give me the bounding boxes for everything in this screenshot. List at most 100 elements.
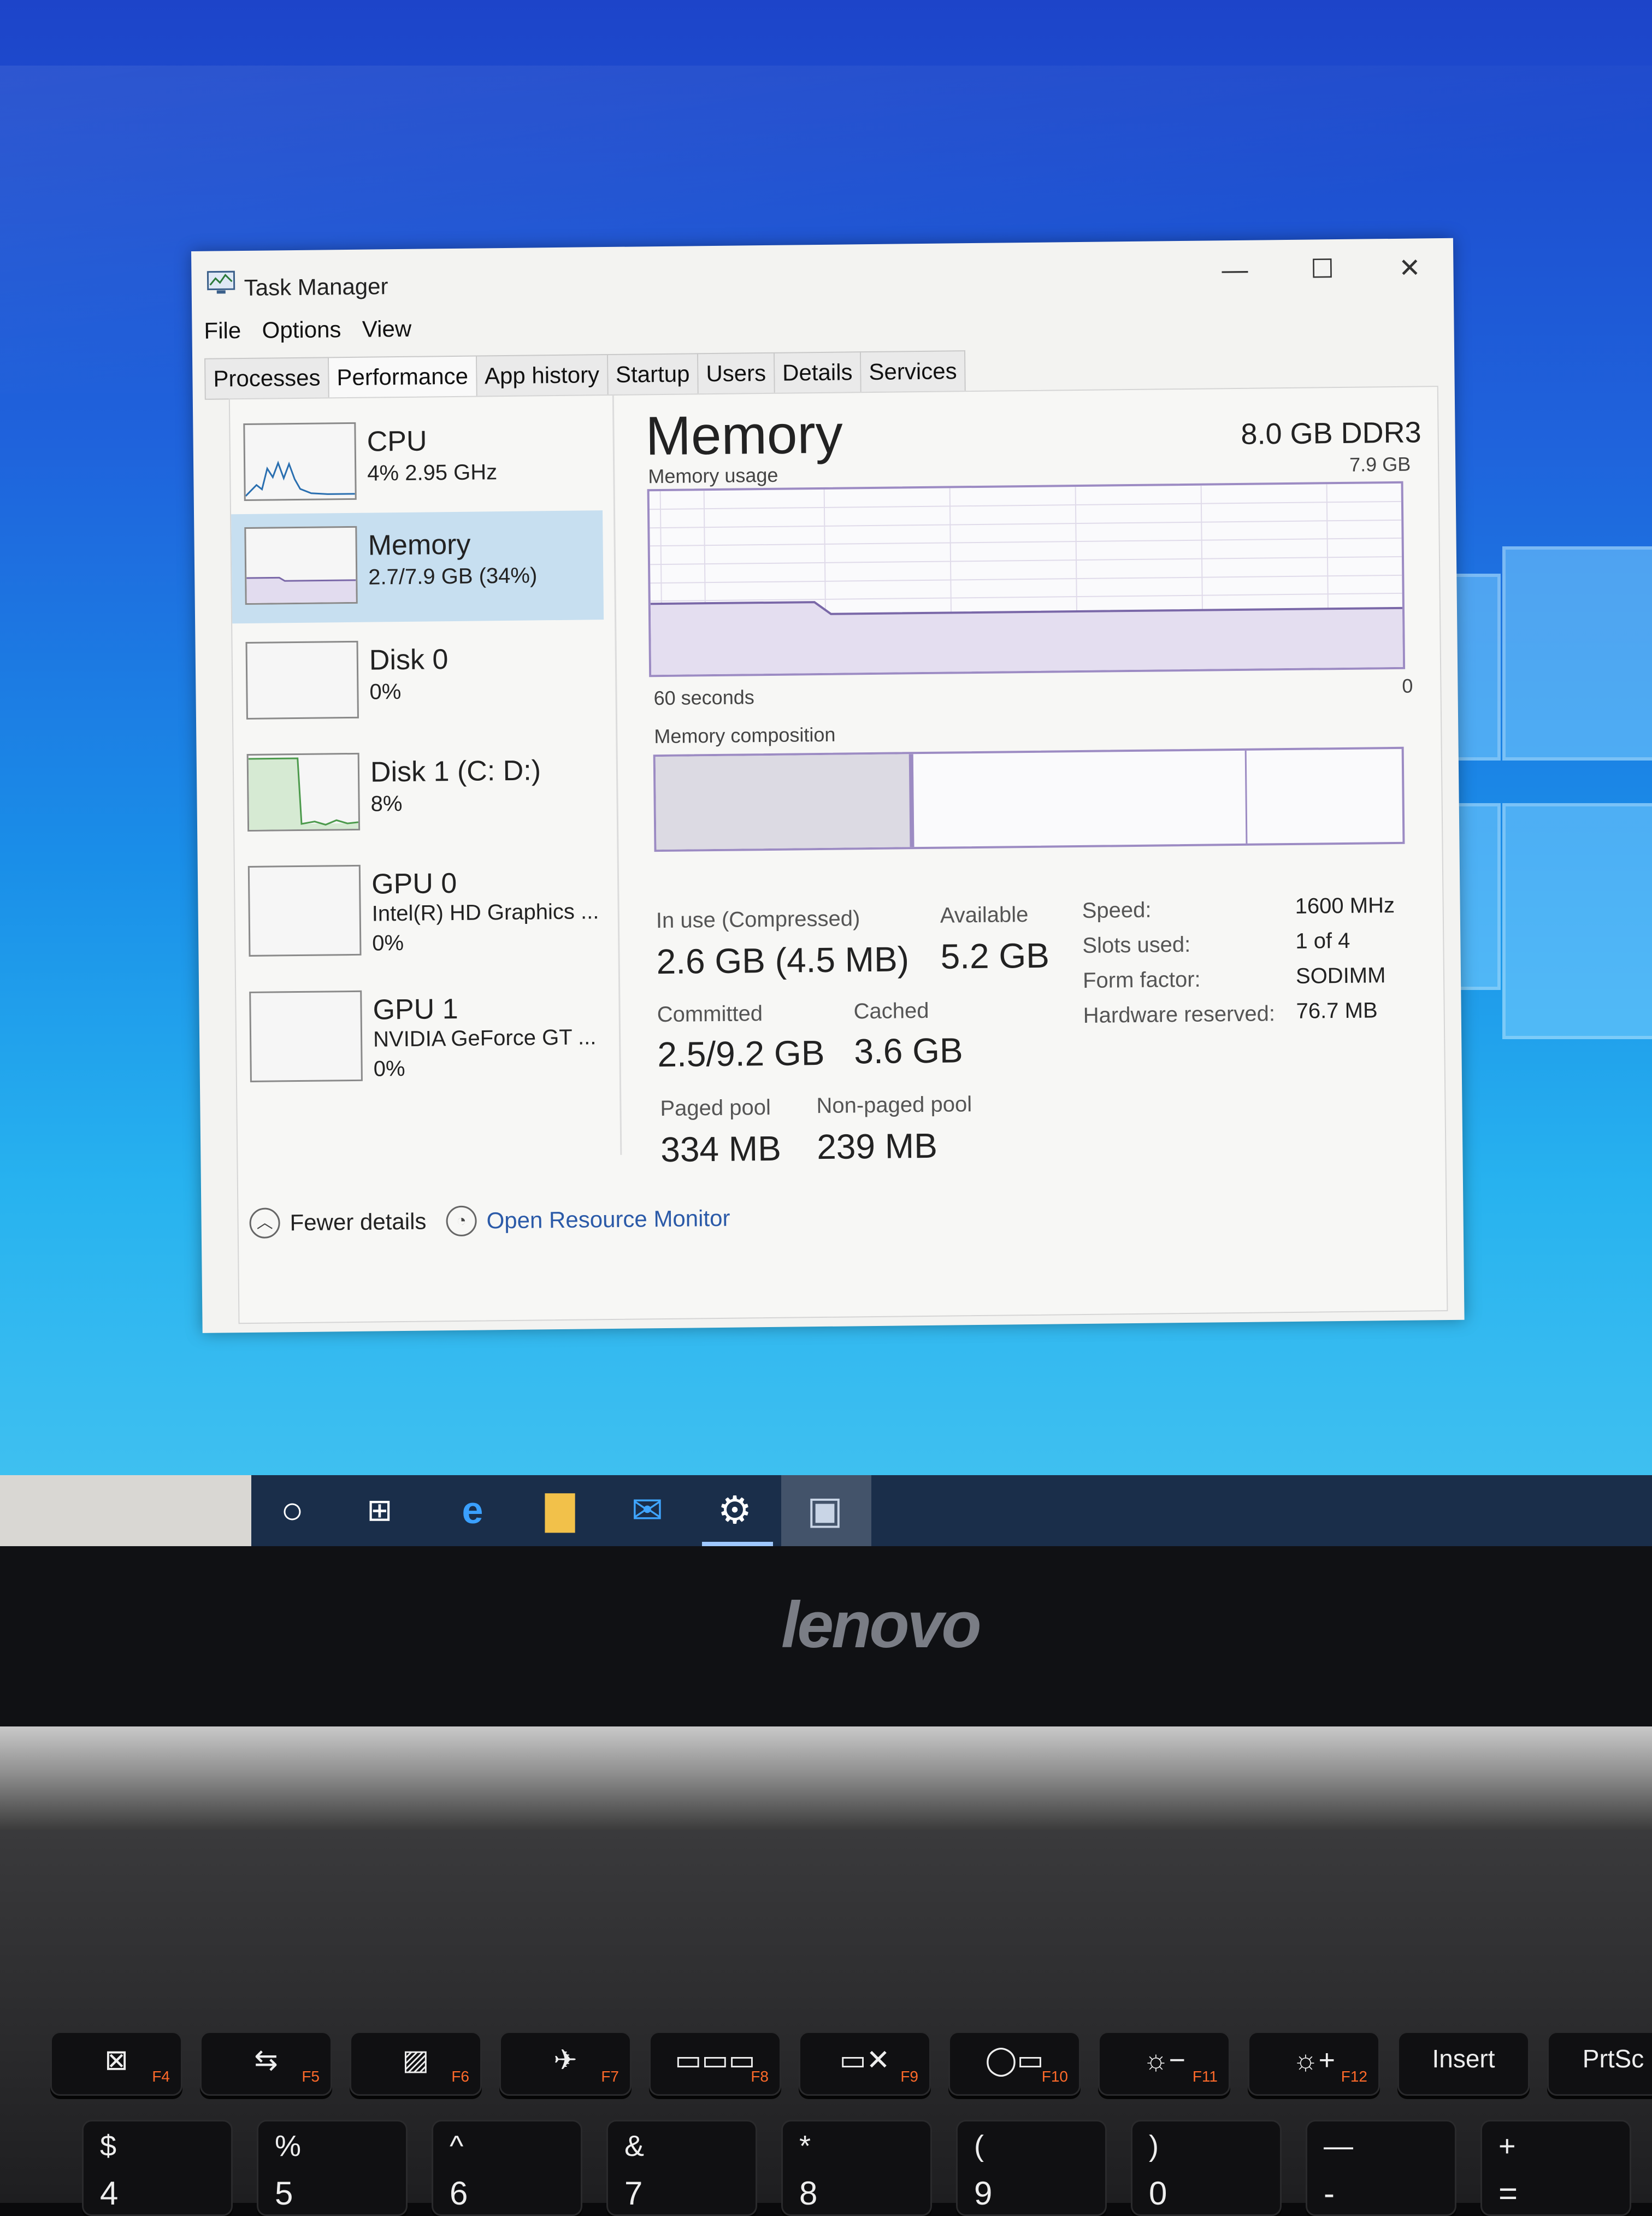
paged-pool-value: 334 MB bbox=[660, 1128, 782, 1170]
sidebar-item-gpu-0[interactable]: GPU 0 Intel(R) HD Graphics ... 0% bbox=[235, 849, 607, 962]
key-f4[interactable]: ⊠ F4 bbox=[50, 2031, 182, 2096]
key-6[interactable]: ^ 6 bbox=[432, 2120, 582, 2216]
settings-icon[interactable]: ⚙ bbox=[713, 1488, 757, 1532]
file-explorer-icon[interactable]: ▇ bbox=[538, 1488, 582, 1532]
minimize-button[interactable]: — bbox=[1202, 251, 1268, 290]
key-f9[interactable]: ▭✕ F9 bbox=[799, 2031, 931, 2096]
window-title: Task Manager bbox=[244, 273, 388, 300]
sidebar-title: Disk 1 (C: D:) bbox=[370, 755, 541, 788]
menu-options[interactable]: Options bbox=[262, 316, 341, 343]
key-8[interactable]: * 8 bbox=[781, 2120, 932, 2216]
menu-file[interactable]: File bbox=[204, 317, 241, 344]
key-insert[interactable]: Insert bbox=[1397, 2031, 1530, 2096]
tab-details[interactable]: Details bbox=[774, 351, 862, 394]
key-4[interactable]: $4 bbox=[82, 2120, 233, 2216]
cpu-thumbnail-graph bbox=[243, 422, 357, 502]
non-paged-pool-value: 239 MB bbox=[816, 1125, 938, 1167]
memory-composition-bar bbox=[653, 746, 1405, 852]
paged-pool-label: Paged pool bbox=[660, 1095, 771, 1121]
open-resource-monitor-link[interactable]: ◔ Open Resource Monitor bbox=[446, 1203, 730, 1237]
tab-services[interactable]: Services bbox=[861, 350, 966, 393]
resource-monitor-icon: ◔ bbox=[446, 1205, 477, 1237]
key-equals[interactable]: + = bbox=[1480, 2120, 1631, 2216]
cached-label: Cached bbox=[853, 998, 929, 1024]
gpu-1-thumbnail-graph bbox=[249, 990, 363, 1082]
memory-composition-label: Memory composition bbox=[654, 723, 836, 748]
taskbar-running-indicator bbox=[702, 1542, 773, 1546]
speed-value: 1600 MHz bbox=[1295, 893, 1395, 918]
sidebar-usage: 0% bbox=[372, 930, 404, 956]
key-0[interactable]: ) 0 bbox=[1131, 2120, 1282, 2216]
available-value: 5.2 GB bbox=[940, 935, 1050, 976]
fewer-details-button[interactable]: ︿ Fewer details bbox=[249, 1206, 427, 1239]
memory-detail-panel: Memory 8.0 GB DDR3 Memory usage 7.9 GB 6… bbox=[645, 387, 1429, 1170]
sidebar-usage: 0% bbox=[373, 1056, 405, 1081]
mail-icon[interactable]: ✉ bbox=[626, 1488, 669, 1532]
key-f7[interactable]: ✈ F7 bbox=[499, 2031, 632, 2096]
tab-performance[interactable]: Performance bbox=[329, 355, 477, 399]
key-f12[interactable]: ☼+ F12 bbox=[1248, 2031, 1380, 2096]
key-9[interactable]: (9 bbox=[956, 2120, 1107, 2216]
tab-processes[interactable]: Processes bbox=[204, 357, 329, 400]
close-button[interactable]: ✕ bbox=[1377, 249, 1443, 288]
sidebar-subtitle: 4% 2.95 GHz bbox=[367, 460, 498, 486]
in-use-value: 2.6 GB (4.5 MB) bbox=[656, 939, 910, 982]
footer-bar: ︿ Fewer details ◔ Open Resource Monitor bbox=[249, 1205, 730, 1252]
page-title: Memory bbox=[645, 403, 843, 467]
tab-users[interactable]: Users bbox=[698, 352, 775, 395]
performance-pane: CPU 4% 2.95 GHz Memory 2.7/7.9 GB (34%) … bbox=[228, 386, 1448, 1324]
key-7[interactable]: & 7 bbox=[606, 2120, 757, 2216]
non-paged-pool-label: Non-paged pool bbox=[816, 1092, 972, 1118]
tab-startup[interactable]: Startup bbox=[607, 353, 699, 396]
available-label: Available bbox=[940, 903, 1029, 928]
memory-usage-max-label: 7.9 GB bbox=[1349, 452, 1411, 476]
task-manager-icon bbox=[206, 270, 235, 294]
sidebar-item-gpu-1[interactable]: GPU 1 NVIDIA GeForce GT ... 0% bbox=[236, 975, 609, 1088]
maximize-button[interactable]: ☐ bbox=[1289, 250, 1355, 289]
key-f6[interactable]: ▨ F6 bbox=[350, 2031, 482, 2096]
sidebar-item-disk-0[interactable]: Disk 0 0% bbox=[232, 625, 605, 738]
disk-1-thumbnail-graph bbox=[246, 752, 361, 832]
form-factor-label: Form factor: bbox=[1082, 967, 1201, 993]
resource-sidebar: CPU 4% 2.95 GHz Memory 2.7/7.9 GB (34%) … bbox=[229, 395, 622, 1159]
sidebar-item-memory[interactable]: Memory 2.7/7.9 GB (34%) bbox=[231, 510, 604, 624]
sidebar-subtitle: 8% bbox=[370, 792, 403, 816]
sidebar-subtitle: 0% bbox=[369, 680, 402, 704]
slots-used-label: Slots used: bbox=[1082, 932, 1191, 958]
memory-thumbnail-graph bbox=[244, 526, 358, 605]
edge-icon[interactable]: e bbox=[451, 1488, 494, 1532]
task-view-icon[interactable]: ⊞ bbox=[358, 1488, 402, 1532]
chevron-up-icon: ︿ bbox=[249, 1207, 280, 1239]
committed-value: 2.5/9.2 GB bbox=[657, 1033, 825, 1075]
key-5[interactable]: % 5 bbox=[257, 2120, 408, 2216]
key-f10[interactable]: ◯▭ F10 bbox=[948, 2031, 1081, 2096]
gpu-0-thumbnail-graph bbox=[247, 864, 362, 957]
committed-label: Committed bbox=[657, 1001, 763, 1027]
menu-view[interactable]: View bbox=[362, 316, 412, 342]
sidebar-item-disk-1[interactable]: Disk 1 (C: D:) 8% bbox=[233, 737, 606, 850]
lenovo-logo: lenovo bbox=[781, 1588, 982, 1661]
sidebar-title: GPU 0 bbox=[371, 867, 457, 900]
laptop-hinge bbox=[0, 1726, 1652, 1830]
key-f5[interactable]: ⇆ F5 bbox=[200, 2031, 332, 2096]
wallpaper-logo-pane bbox=[1502, 803, 1652, 1039]
cortana-icon[interactable]: ○ bbox=[270, 1488, 314, 1532]
time-axis-label: 60 seconds bbox=[653, 686, 754, 710]
task-manager-taskbar-icon[interactable]: ▣ bbox=[803, 1488, 847, 1532]
memory-usage-graph bbox=[647, 481, 1406, 677]
wallpaper-logo-pane bbox=[1502, 546, 1652, 761]
disk-0-thumbnail-graph bbox=[245, 640, 359, 720]
taskbar-search-area[interactable] bbox=[0, 1475, 251, 1546]
memory-usage-label: Memory usage bbox=[648, 463, 778, 488]
taskbar: ○ ⊞ e ▇ ✉ ⚙ ▣ bbox=[0, 1475, 1652, 1546]
key-f8[interactable]: ▭▭▭ F8 bbox=[649, 2031, 781, 2096]
key-minus[interactable]: — - bbox=[1306, 2120, 1456, 2216]
sidebar-subtitle: 2.7/7.9 GB (34%) bbox=[368, 563, 538, 590]
sidebar-title: Memory bbox=[368, 528, 471, 562]
tab-app-history[interactable]: App history bbox=[476, 354, 609, 397]
key-prtsc[interactable]: PrtSc bbox=[1547, 2031, 1652, 2096]
key-f11[interactable]: ☼− F11 bbox=[1098, 2031, 1230, 2096]
sidebar-item-cpu[interactable]: CPU 4% 2.95 GHz bbox=[230, 406, 603, 520]
zero-axis-label: 0 bbox=[1402, 674, 1413, 697]
composition-in-use-segment bbox=[655, 754, 914, 850]
